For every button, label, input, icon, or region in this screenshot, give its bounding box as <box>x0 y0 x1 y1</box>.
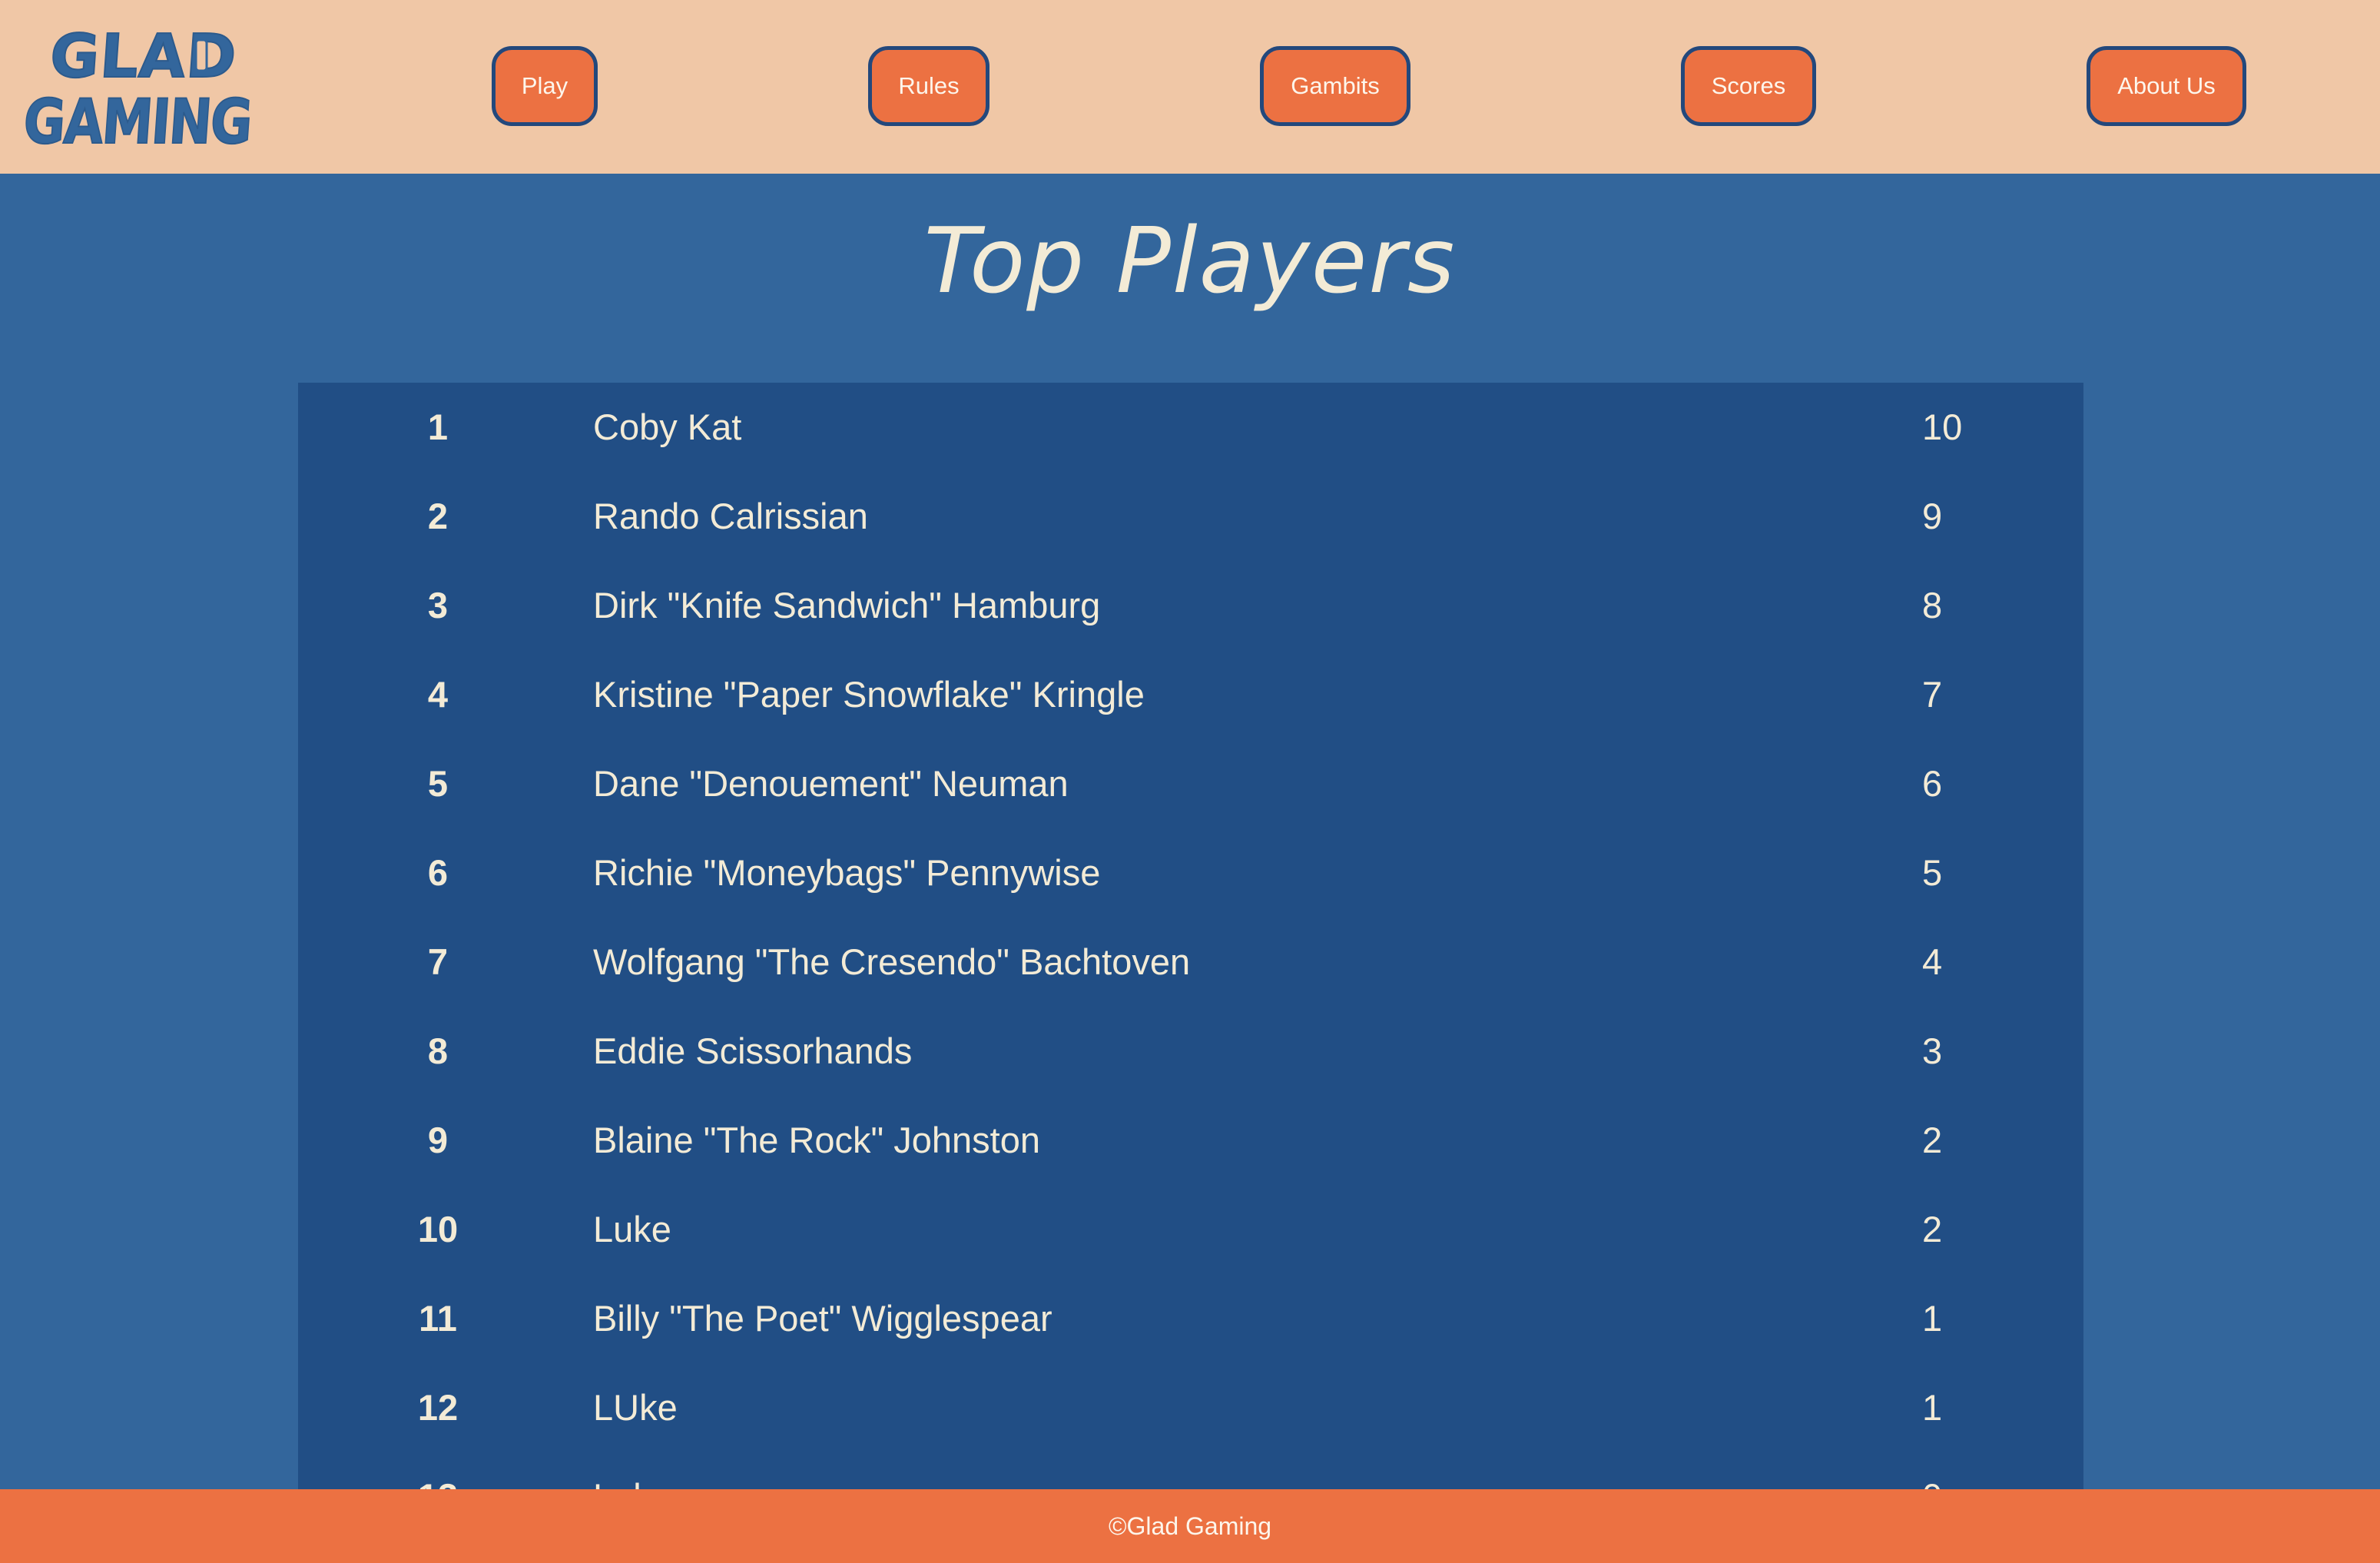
table-row: 5 Dane "Denouement" Neuman 6 <box>298 739 2083 828</box>
nav-about-us-button[interactable]: About Us <box>2087 46 2246 126</box>
logo-wordmark: GLAD GAMING <box>22 22 254 152</box>
player-name-cell: LUke <box>593 1387 678 1428</box>
nav-gambits-button[interactable]: Gambits <box>1260 46 1410 126</box>
table-row: 2 Rando Calrissian 9 <box>298 472 2083 561</box>
score-cell: 7 <box>1922 674 1943 715</box>
logo-line-2: GAMING <box>22 86 254 152</box>
scores-table: 1 Coby Kat 10 2 Rando Calrissian 9 3 Dir… <box>298 383 2083 1489</box>
site-header: GLAD GAMING Play Rules Gambits Scores Ab… <box>0 0 2380 174</box>
rank-cell: 4 <box>427 674 449 715</box>
player-name-cell: Luke <box>593 1452 671 1489</box>
glad-gaming-logo[interactable]: GLAD GAMING <box>22 22 260 152</box>
score-cell: 0 <box>1922 1452 1942 1489</box>
player-name-cell: Billy "The Poet" Wigglespear <box>593 1298 1052 1339</box>
score-cell: 2 <box>1922 1209 1943 1249</box>
player-name-cell: Wolfgang "The Cresendo" Bachtoven <box>593 941 1191 982</box>
score-cell: 5 <box>1922 852 1943 893</box>
rank-cell: 3 <box>427 585 449 626</box>
player-name-cell: Rando Calrissian <box>593 496 868 536</box>
rank-cell: 5 <box>427 763 449 804</box>
player-name-cell: Eddie Scissorhands <box>593 1030 913 1071</box>
player-name-cell: Dirk "Knife Sandwich" Hamburg <box>593 585 1101 626</box>
site-footer: ©Glad Gaming <box>0 1489 2380 1563</box>
rank-cell: 9 <box>427 1120 449 1160</box>
score-cell: 9 <box>1922 496 1943 536</box>
rank-cell: 13 <box>375 1452 501 1489</box>
controller-icon <box>194 38 208 72</box>
table-row: 10 Luke 2 <box>298 1185 2083 1274</box>
table-row: 4 Kristine "Paper Snowflake" Kringle 7 <box>298 650 2083 739</box>
player-name-cell: Richie "Moneybags" Pennywise <box>593 852 1101 893</box>
logo-line-1: GLAD <box>48 22 239 91</box>
nav-play-button[interactable]: Play <box>492 46 598 126</box>
score-cell: 1 <box>1922 1387 1943 1428</box>
rank-cell: 2 <box>427 496 449 536</box>
rank-cell: 10 <box>417 1209 459 1249</box>
table-row: 1 Coby Kat 10 <box>298 383 2083 472</box>
score-cell: 2 <box>1922 1120 1943 1160</box>
table-row: 6 Richie "Moneybags" Pennywise 5 <box>298 828 2083 918</box>
rank-cell: 6 <box>427 852 449 893</box>
rank-cell: 11 <box>419 1298 457 1339</box>
player-name-cell: Dane "Denouement" Neuman <box>593 763 1069 804</box>
score-cell: 1 <box>1922 1298 1943 1339</box>
nav-scores-button[interactable]: Scores <box>1681 46 1816 126</box>
player-name-cell: Luke <box>593 1209 671 1249</box>
score-cell: 8 <box>1922 585 1943 626</box>
page-title: Top Players <box>923 207 1457 314</box>
table-row: 3 Dirk "Knife Sandwich" Hamburg 8 <box>298 561 2083 650</box>
table-row: 8 Eddie Scissorhands 3 <box>298 1007 2083 1096</box>
player-name-cell: Kristine "Paper Snowflake" Kringle <box>593 674 1145 715</box>
rank-cell: 7 <box>427 941 449 982</box>
nav-rules-button[interactable]: Rules <box>868 46 989 126</box>
table-row: 7 Wolfgang "The Cresendo" Bachtoven 4 <box>298 918 2083 1007</box>
table-row: 11 Billy "The Poet" Wigglespear 1 <box>298 1274 2083 1363</box>
table-row: 9 Blaine "The Rock" Johnston 2 <box>298 1096 2083 1185</box>
player-name-cell: Coby Kat <box>593 407 742 447</box>
score-cell: 4 <box>1922 941 1943 982</box>
table-row: 13 Luke 0 <box>298 1452 2083 1489</box>
player-name-cell: Blaine "The Rock" Johnston <box>593 1120 1041 1160</box>
rank-cell: 8 <box>427 1030 449 1071</box>
table-row: 12 LUke 1 <box>298 1363 2083 1452</box>
score-cell: 6 <box>1922 763 1943 804</box>
copyright-text: ©Glad Gaming <box>1108 1512 1272 1540</box>
rank-cell: 1 <box>427 407 449 447</box>
rank-cell: 12 <box>417 1387 459 1428</box>
score-cell: 10 <box>1922 407 1963 447</box>
score-cell: 3 <box>1922 1030 1943 1071</box>
